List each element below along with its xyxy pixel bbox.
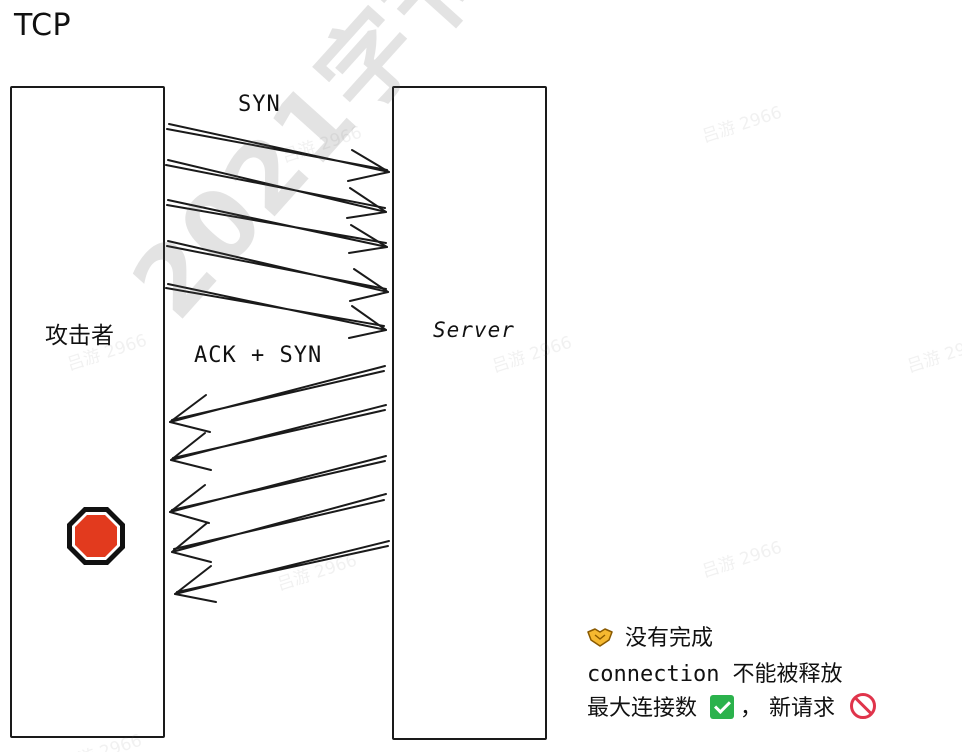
note-separator: ， [740,696,763,721]
note-new-request: 新请求 [769,696,836,721]
handshake-icon [587,628,613,647]
ack-syn-arrow [174,540,390,603]
ack-syn-arrow [170,404,387,471]
ack-syn-arrow [169,365,386,433]
note-line-1: 没有完成 [587,620,713,652]
syn-arrow [165,283,387,339]
note-line-2: connection 不能被释放 [587,656,842,688]
arrows-layer [165,123,390,603]
syn-arrow [166,199,388,254]
prohibited-icon [850,693,877,719]
check-mark-icon [710,695,735,719]
ack-syn-arrow [171,493,387,563]
syn-arrow [166,240,389,302]
note-incomplete: 没有完成 [625,626,714,651]
diagram-canvas: TCP 攻击者 Server SYN ACK + SYN 吕游 2966 吕游 … [0,0,962,752]
syn-arrow [165,159,387,219]
note-connection: connection [587,662,720,687]
stop-sign-icon [67,507,125,565]
note-not-released: 不能被释放 [732,662,843,687]
note-max-connections: 最大连接数 [587,696,698,721]
note-line-3: 最大连接数 ， 新请求 [587,690,877,722]
ack-syn-arrow [169,455,387,524]
